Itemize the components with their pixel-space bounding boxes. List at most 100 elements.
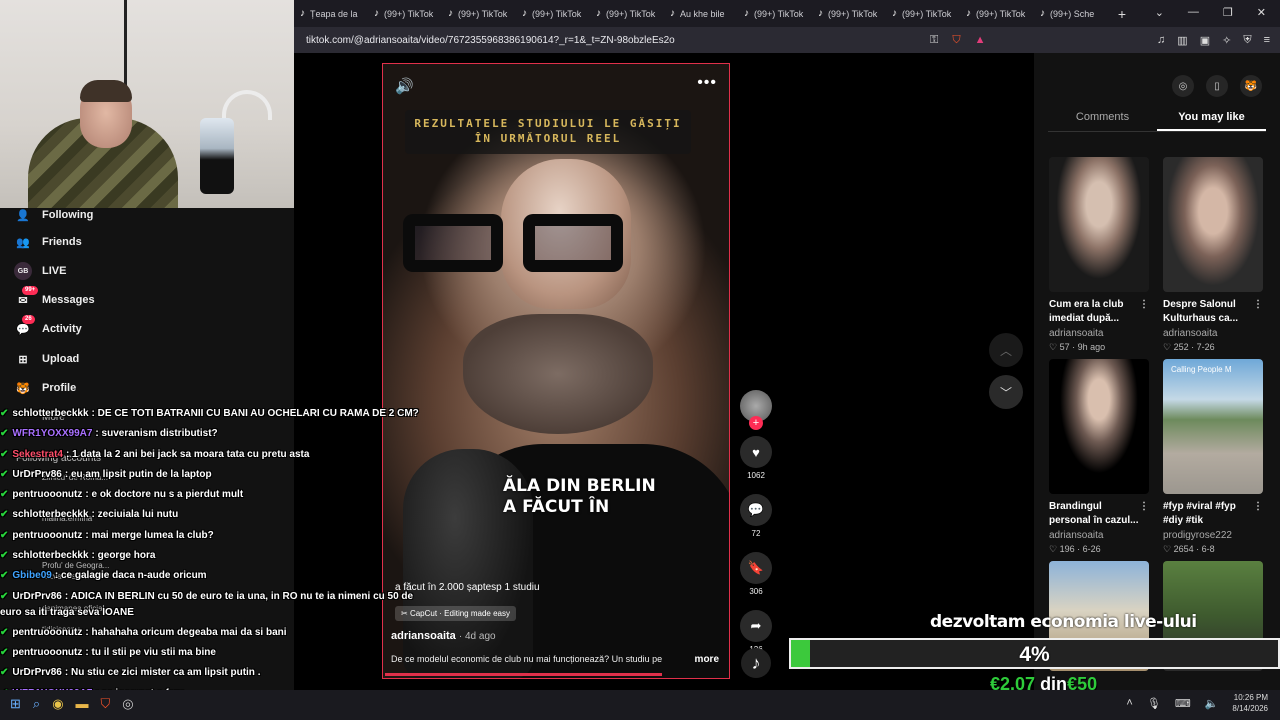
share-icon[interactable]: ➦ <box>740 610 772 642</box>
browser-tab[interactable]: ♪ (99+) TikTok <box>812 0 886 27</box>
card-author[interactable]: adriansoaita <box>1163 328 1263 339</box>
chat-username[interactable]: pentruooonutz <box>12 489 82 500</box>
phone-icon[interactable]: ▯ <box>1206 75 1228 97</box>
chat-username[interactable]: schlotterbeckkk <box>12 550 88 561</box>
key-icon[interactable]: ⚿ <box>930 34 938 47</box>
tab-comments[interactable]: Comments <box>1048 107 1157 131</box>
browser-tab[interactable]: ♪ (99+) Sche <box>1034 0 1108 27</box>
browser-tab[interactable]: ♪ (99+) TikTok <box>886 0 960 27</box>
recommended-card[interactable]: Despre Salonul Kulturhaus ca... ⋮ adrians… <box>1163 157 1263 353</box>
kebab-icon[interactable]: ⋮ <box>1139 500 1149 514</box>
card-author[interactable]: adriansoaita <box>1049 328 1149 339</box>
chat-username[interactable]: pentruooonutz <box>12 647 82 658</box>
maximize-button[interactable]: ❐ <box>1223 6 1233 19</box>
search-icon[interactable]: ⌕ <box>33 696 40 712</box>
chat-username[interactable]: UrDrPrv86 <box>12 591 61 602</box>
browser-tab-strip: ♪ Țeapa de la ♪ (99+) TikTok ♪ (99+) TikTok… <box>294 0 1280 27</box>
video-thumbnail[interactable] <box>1049 359 1149 494</box>
author-avatar[interactable]: + <box>740 390 772 430</box>
chat-username[interactable]: UrDrPrv86 <box>12 469 61 480</box>
windows-start-icon[interactable]: ⊞ <box>10 696 21 712</box>
folder-icon[interactable]: ▬ <box>76 696 89 712</box>
speaker-icon[interactable]: 🔈 <box>1205 697 1219 710</box>
video-thumbnail[interactable] <box>1163 157 1263 292</box>
close-button[interactable]: ✕ <box>1257 6 1266 19</box>
chat-username[interactable]: UrDrPrv86 <box>12 667 61 678</box>
browser-tab[interactable]: ♪ (99+) TikTok <box>960 0 1034 27</box>
card-author[interactable]: prodigyrose222 <box>1163 530 1263 541</box>
new-tab-button[interactable]: + <box>1108 6 1136 22</box>
video-thumbnail[interactable]: Calling People M <box>1163 359 1263 494</box>
kebab-icon[interactable]: ⋮ <box>1253 298 1263 312</box>
menu-icon[interactable]: ≡ <box>1264 34 1270 47</box>
address-field[interactable]: tiktok.com/@adriansoaita/video/767235596… <box>306 35 916 46</box>
comment-action[interactable]: 💬 72 <box>740 494 772 538</box>
sidebar-item-live[interactable]: GB LIVE <box>14 262 66 280</box>
chat-text: : tu il stii pe viu stii ma bine <box>85 646 216 658</box>
minimize-button[interactable]: — <box>1188 6 1199 19</box>
recommended-card[interactable]: Calling People M #fyp #viral #fyp #diy #… <box>1163 359 1263 555</box>
clock[interactable]: 10:26 PM 8/14/2026 <box>1232 692 1268 714</box>
music-icon[interactable]: ♫ <box>1157 34 1165 47</box>
browser-tab[interactable]: ♪ Au khe bile <box>664 0 738 27</box>
video-thumbnail[interactable] <box>1049 157 1149 292</box>
chat-username[interactable]: WFR1YOXX99A7 <box>12 428 92 439</box>
sidebar-item-activity[interactable]: 💬 26 Activity <box>14 315 82 338</box>
wallet-icon[interactable]: ▣ <box>1200 34 1210 47</box>
network-icon[interactable]: ⌨ <box>1175 697 1191 710</box>
microphone-icon[interactable]: 🎙 <box>1147 697 1161 710</box>
compass-icon[interactable]: ◎ <box>1172 75 1194 97</box>
browser-tab[interactable]: ♪ (99+) TikTok <box>368 0 442 27</box>
chevron-up-icon[interactable]: ˄ <box>1126 697 1132 709</box>
bookmark-icon[interactable]: 🔖 <box>740 552 772 584</box>
next-video-button[interactable]: ﹀ <box>989 375 1023 409</box>
chrome-icon[interactable]: ◉ <box>52 696 63 712</box>
brave-icon[interactable]: ⛉ <box>101 696 111 712</box>
comment-icon[interactable]: 💬 <box>740 494 772 526</box>
browser-tab[interactable]: ♪ Țeapa de la <box>294 0 368 27</box>
previous-video-button[interactable]: ︿ <box>989 333 1023 367</box>
follow-plus-icon[interactable]: + <box>749 416 763 430</box>
chat-username[interactable]: schlotterbeckkk <box>12 408 88 419</box>
kebab-icon[interactable]: ⋮ <box>1139 298 1149 312</box>
heart-icon[interactable]: ♥ <box>740 436 772 468</box>
chat-username[interactable]: Gbibe09 <box>12 570 51 581</box>
save-action[interactable]: 🔖 306 <box>740 552 772 596</box>
chat-username[interactable]: schlotterbeckkk <box>12 509 88 520</box>
chat-text: : suveranism distributist? <box>95 428 218 440</box>
kebab-icon[interactable]: ⋮ <box>1253 500 1263 514</box>
sidebar-item-friends[interactable]: 👥 Friends <box>14 233 82 251</box>
chat-username[interactable]: pentruooonutz <box>12 627 82 638</box>
tab-list-icon[interactable]: ⌄ <box>1155 6 1164 19</box>
card-author[interactable]: adriansoaita <box>1049 530 1149 541</box>
chat-username[interactable]: pentruooonutz <box>12 530 82 541</box>
video-progress-bar[interactable] <box>385 673 662 676</box>
volume-icon[interactable]: 🔊 <box>395 77 414 95</box>
ai-icon[interactable]: ✧ <box>1222 34 1231 47</box>
chat-username[interactable]: Sekestrat4 <box>12 449 63 460</box>
sidebar-item-profile[interactable]: 🐯 Profile <box>14 379 76 397</box>
recommended-card[interactable]: Cum era la club imediat după... ⋮ adrians… <box>1049 157 1149 353</box>
tab-you-may-like[interactable]: You may like <box>1157 107 1266 131</box>
moderator-check-icon: ✔ <box>0 570 9 582</box>
sidebar-icon[interactable]: ▥ <box>1177 34 1187 47</box>
sidebar-item-upload[interactable]: ⊞ Upload <box>14 350 79 368</box>
description-more-link[interactable]: more <box>695 654 719 665</box>
more-options-icon[interactable]: ••• <box>697 74 717 92</box>
like-action[interactable]: ♥ 1062 <box>740 436 772 480</box>
brave-shield-icon[interactable]: ⛉ <box>952 34 960 47</box>
profile-avatar[interactable]: 🐯 <box>1240 75 1262 97</box>
browser-tab[interactable]: ♪ (99+) TikTok <box>738 0 812 27</box>
sidebar-item-following[interactable]: 👤 Following <box>14 206 93 224</box>
browser-tab[interactable]: ♪ (99+) TikTok <box>516 0 590 27</box>
browser-tab[interactable]: ♪ (99+) TikTok <box>442 0 516 27</box>
activity-icon: 💬 26 <box>14 315 35 338</box>
vpn-icon[interactable]: ⛨ <box>1243 34 1251 47</box>
video-player[interactable]: 🔊 ••• REZULTATELE STUDIULUI LE GĂSIȚI ÎN… <box>382 63 730 679</box>
sidebar-item-messages[interactable]: ✉ 99+ Messages <box>14 286 95 309</box>
rewards-icon[interactable]: ▲ <box>975 34 986 47</box>
chat-text: : zeciuiala lui nutu <box>91 509 179 521</box>
obs-icon[interactable]: ◎ <box>122 696 133 712</box>
recommended-card[interactable]: Brandingul personal în cazul... ⋮ adrians… <box>1049 359 1149 555</box>
browser-tab[interactable]: ♪ (99+) TikTok <box>590 0 664 27</box>
